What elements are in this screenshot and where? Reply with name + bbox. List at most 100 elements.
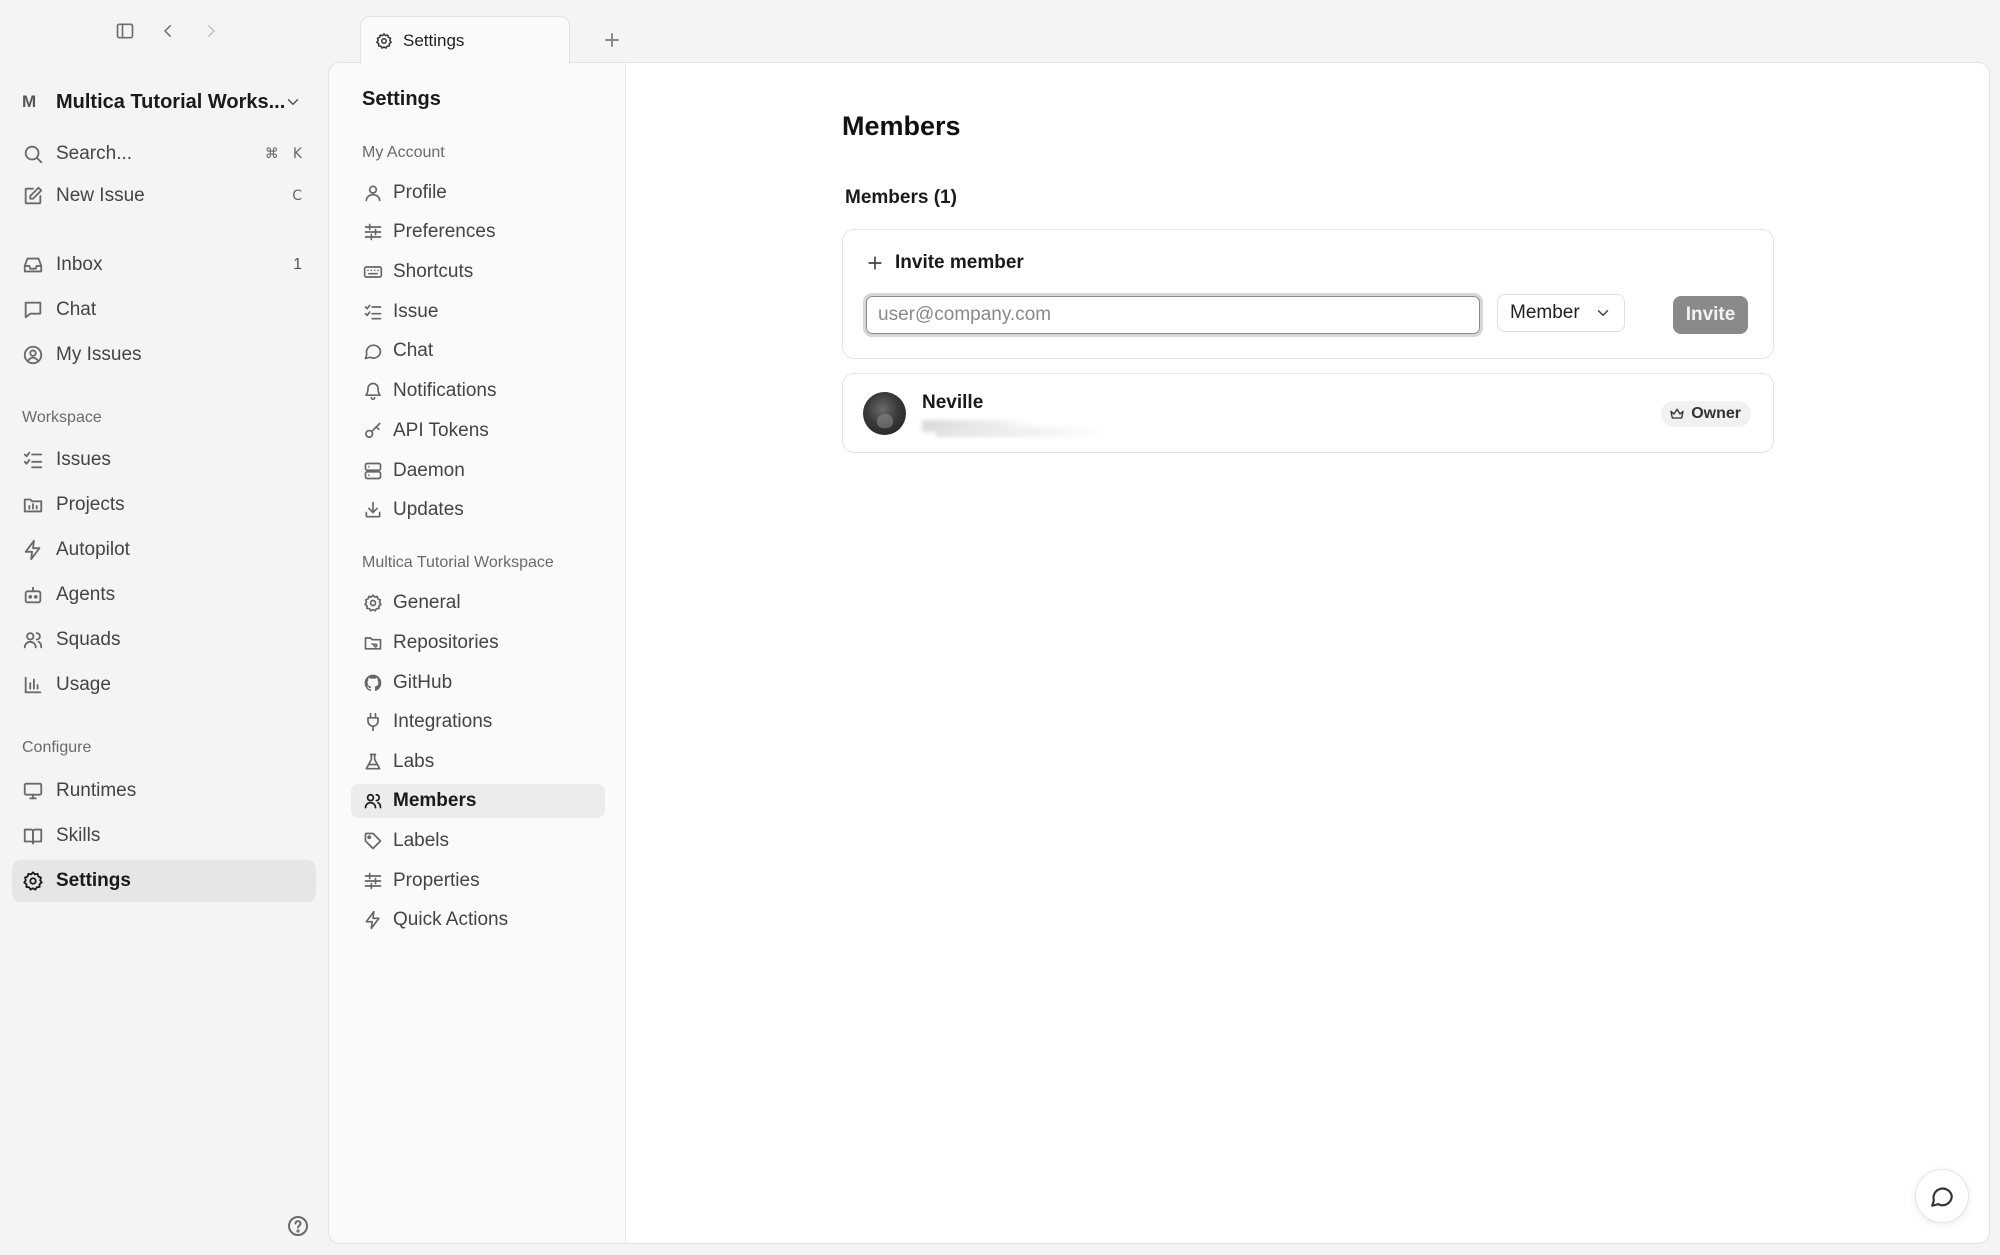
chevron-down-icon: [284, 93, 302, 111]
projects-label: Projects: [56, 494, 125, 515]
tag-icon: [364, 832, 382, 850]
settings-item-notifications[interactable]: Notifications: [351, 374, 605, 408]
chat-bubble-icon: [364, 344, 382, 360]
role-badge: Owner: [1661, 401, 1751, 427]
issue-label: Issue: [393, 301, 439, 322]
sidebar-item-projects[interactable]: Projects: [12, 485, 316, 525]
preferences-label: Preferences: [393, 221, 496, 242]
chat-label: Chat: [56, 299, 97, 320]
labs-label: Labs: [393, 751, 435, 772]
agents-label: Agents: [56, 584, 116, 605]
settings-item-members[interactable]: Members: [351, 784, 605, 818]
repositories-label: Repositories: [393, 632, 499, 653]
skills-label: Skills: [56, 825, 101, 846]
plus-icon: [868, 256, 882, 270]
forward-arrow-icon[interactable]: [198, 18, 224, 44]
back-arrow-icon[interactable]: [155, 18, 181, 44]
invite-email-input[interactable]: [863, 293, 1483, 337]
avatar: [863, 392, 906, 435]
updates-label: Updates: [393, 499, 464, 520]
settings-label: Settings: [56, 870, 131, 891]
sidebar-item-skills[interactable]: Skills: [12, 816, 316, 856]
flask-icon: [365, 753, 381, 770]
user-icon: [365, 185, 381, 202]
sidebar-item-issues[interactable]: Issues: [12, 440, 316, 480]
sidebar-toggle-icon[interactable]: [112, 18, 138, 44]
invite-button[interactable]: Invite: [1673, 296, 1748, 334]
sidebar-item-runtimes[interactable]: Runtimes: [12, 771, 316, 811]
shortcut-cmd: ⌘: [264, 146, 279, 162]
settings-item-api-tokens[interactable]: API Tokens: [351, 414, 605, 448]
sidebar-item-autopilot[interactable]: Autopilot: [12, 530, 316, 570]
role-select[interactable]: Member: [1497, 294, 1625, 332]
sidebar-item-settings[interactable]: Settings: [12, 860, 316, 902]
member-email-redacted: [922, 418, 1112, 438]
settings-item-profile[interactable]: Profile: [351, 176, 605, 210]
member-row: Neville Owner: [842, 373, 1774, 453]
sidebar-item-agents[interactable]: Agents: [12, 575, 316, 615]
workspace-section-label: Workspace: [22, 409, 102, 426]
members-label: Members: [393, 790, 477, 811]
tab-settings-label: Settings: [403, 30, 465, 50]
settings-item-issue[interactable]: Issue: [351, 295, 605, 329]
gear-icon: [364, 594, 382, 612]
general-label: General: [393, 592, 461, 613]
settings-item-preferences[interactable]: Preferences: [351, 215, 605, 249]
gear-icon: [23, 871, 43, 891]
labels-label: Labels: [393, 830, 449, 851]
keyboard-icon: [363, 266, 383, 278]
edit-square-icon: [24, 186, 43, 205]
settings-item-labs[interactable]: Labs: [351, 745, 605, 779]
shortcuts-label: Shortcuts: [393, 261, 474, 282]
crown-icon: [1670, 408, 1684, 419]
invite-member-card: Invite member Member Invite: [842, 229, 1774, 359]
sidebar-item-usage[interactable]: Usage: [12, 665, 316, 705]
chat-fab-button[interactable]: [1915, 1169, 1969, 1223]
search-button[interactable]: Search... ⌘ K: [12, 134, 316, 174]
invite-member-label: Invite member: [895, 252, 1024, 273]
api-tokens-label: API Tokens: [393, 420, 489, 441]
settings-item-properties[interactable]: Properties: [351, 864, 605, 898]
settings-item-daemon[interactable]: Daemon: [351, 454, 605, 488]
main-panel: Settings My Account Profile Preferences …: [328, 62, 1990, 1244]
new-issue-button[interactable]: New Issue C: [12, 176, 316, 216]
help-icon[interactable]: [286, 1214, 310, 1238]
settings-item-github[interactable]: GitHub: [351, 666, 605, 700]
members-count: Members (1): [845, 187, 957, 208]
sidebar-item-squads[interactable]: Squads: [12, 620, 316, 660]
sidebar-item-chat[interactable]: Chat: [12, 290, 316, 330]
autopilot-label: Autopilot: [56, 539, 130, 560]
settings-title: Settings: [362, 88, 441, 110]
issues-icon: [364, 304, 382, 320]
squads-label: Squads: [56, 629, 121, 650]
profile-label: Profile: [393, 182, 447, 203]
settings-item-general[interactable]: General: [351, 586, 605, 620]
settings-item-shortcuts[interactable]: Shortcuts: [351, 255, 605, 289]
app-sidebar: M Multica Tutorial Works... Search... ⌘ …: [0, 0, 326, 1255]
settings-item-updates[interactable]: Updates: [351, 493, 605, 527]
folder-git-icon: [364, 637, 382, 650]
settings-item-labels[interactable]: Labels: [351, 824, 605, 858]
workspace-switcher[interactable]: M Multica Tutorial Works...: [12, 84, 312, 120]
add-tab-icon[interactable]: [600, 28, 624, 52]
plug-icon: [367, 712, 379, 732]
settings-item-quick-actions[interactable]: Quick Actions: [351, 903, 605, 937]
issues-icon: [23, 451, 43, 469]
usage-label: Usage: [56, 674, 111, 695]
sidebar-item-my-issues[interactable]: My Issues: [12, 335, 316, 375]
settings-item-chat[interactable]: Chat: [351, 334, 605, 368]
shortcut-key: K: [292, 146, 302, 162]
tab-settings[interactable]: Settings: [360, 16, 570, 64]
search-icon: [24, 145, 43, 164]
role-select-value: Member: [1510, 302, 1580, 323]
bell-icon: [365, 382, 381, 401]
chevron-down-icon: [1597, 310, 1609, 316]
bar-chart-icon: [24, 676, 42, 694]
settings-item-integrations[interactable]: Integrations: [351, 705, 605, 739]
my-issues-label: My Issues: [56, 344, 142, 365]
download-icon: [365, 501, 381, 518]
monitor-icon: [23, 782, 43, 800]
sidebar-item-inbox[interactable]: Inbox 1: [12, 245, 316, 285]
chat-bubble-icon: [1931, 1187, 1953, 1207]
settings-item-repositories[interactable]: Repositories: [351, 626, 605, 660]
